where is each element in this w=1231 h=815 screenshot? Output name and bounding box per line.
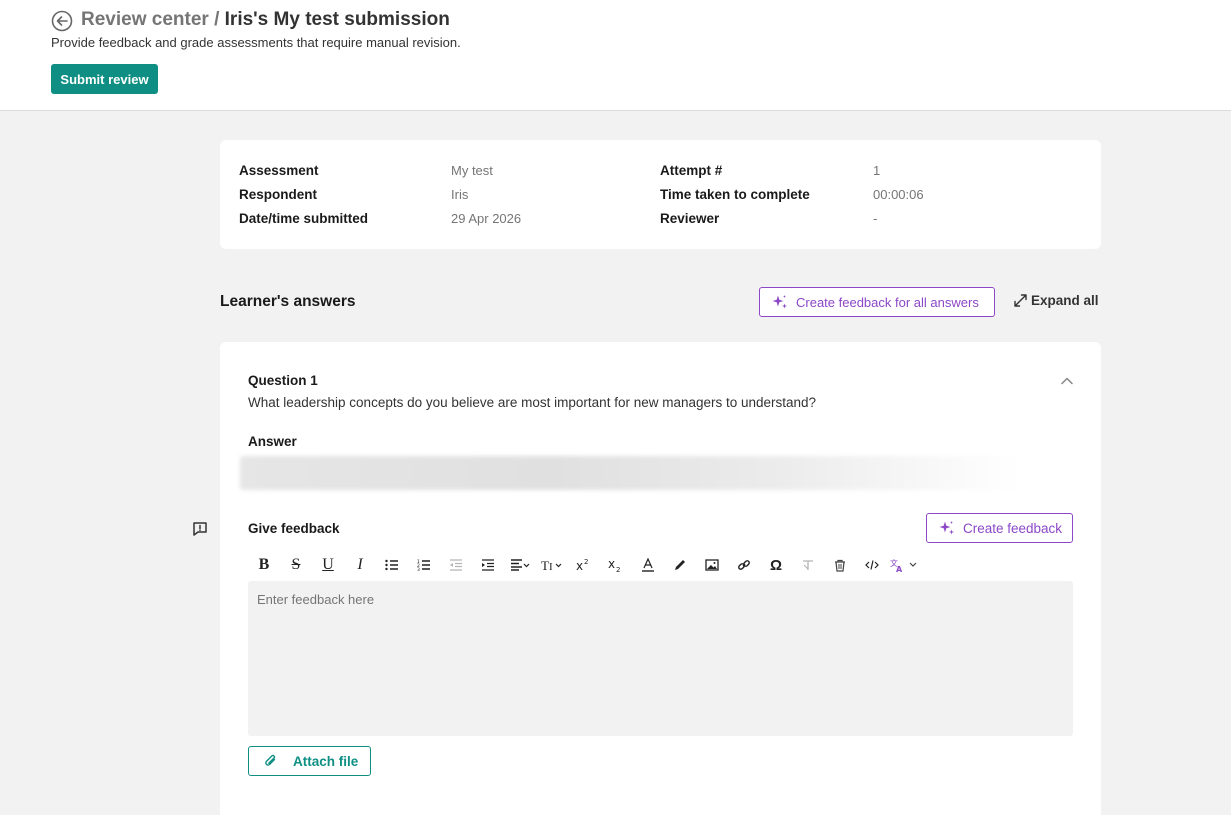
reviewer-label: Reviewer xyxy=(660,211,720,226)
back-arrow-icon[interactable] xyxy=(51,10,73,32)
answer-label: Answer xyxy=(248,434,297,449)
superscript-icon[interactable]: x2 xyxy=(568,554,600,576)
bulleted-list-icon[interactable] xyxy=(376,554,408,576)
highlight-pen-icon[interactable] xyxy=(664,554,696,576)
learners-answers-heading: Learner's answers xyxy=(220,293,356,310)
respondent-label: Respondent xyxy=(239,187,318,202)
time-taken-label: Time taken to complete xyxy=(660,187,810,202)
assessment-value: My test xyxy=(451,163,493,178)
assessment-label: Assessment xyxy=(239,163,319,178)
page-title: Review center / Iris's My test submissio… xyxy=(81,9,450,31)
sparkle-icon xyxy=(772,295,787,309)
create-feedback-label: Create feedback xyxy=(963,520,1063,536)
link-icon[interactable] xyxy=(728,554,760,576)
create-feedback-all-label: Create feedback for all answers xyxy=(796,294,979,310)
font-size-icon[interactable]: TI xyxy=(536,554,568,576)
attempt-label: Attempt # xyxy=(660,163,723,178)
expand-all-button[interactable]: Expand all xyxy=(1013,293,1099,308)
indent-icon[interactable] xyxy=(472,554,504,576)
respondent-value: Iris xyxy=(451,187,469,202)
attach-file-button[interactable]: Attach file xyxy=(248,746,371,776)
create-feedback-button[interactable]: Create feedback xyxy=(926,513,1073,543)
attempt-value: 1 xyxy=(873,163,881,178)
svg-text:A: A xyxy=(896,565,903,572)
submit-review-button[interactable]: Submit review xyxy=(51,64,158,94)
outdent-icon[interactable] xyxy=(440,554,472,576)
sparkle-icon xyxy=(939,521,954,535)
svg-text:x: x xyxy=(576,559,583,572)
svg-text:2: 2 xyxy=(616,566,620,572)
time-taken-value: 00:00:06 xyxy=(873,187,924,202)
ai-translate-icon[interactable]: 文A xyxy=(888,554,922,576)
page-header: Review center / Iris's My test submissio… xyxy=(0,0,1231,111)
give-feedback-label: Give feedback xyxy=(248,521,340,536)
font-color-icon[interactable] xyxy=(632,554,664,576)
feedback-comment-icon xyxy=(193,522,207,536)
clear-format-icon[interactable] xyxy=(792,554,824,576)
strikethrough-icon[interactable]: S xyxy=(280,554,312,576)
question-text: What leadership concepts do you believe … xyxy=(248,395,817,410)
expand-all-label: Expand all xyxy=(1031,293,1099,308)
breadcrumb-separator: / xyxy=(208,9,225,30)
trash-icon[interactable] xyxy=(824,554,856,576)
chevron-up-icon[interactable] xyxy=(1059,373,1075,389)
breadcrumb-current: Iris's My test submission xyxy=(224,9,450,30)
special-character-icon[interactable]: Ω xyxy=(760,554,792,576)
submission-info-card: Assessment My test Respondent Iris Date/… xyxy=(220,140,1101,249)
page-subtitle: Provide feedback and grade assessments t… xyxy=(51,35,461,50)
italic-icon[interactable]: I xyxy=(344,554,376,576)
svg-text:3: 3 xyxy=(417,567,420,571)
underline-icon[interactable]: U xyxy=(312,554,344,576)
svg-text:2: 2 xyxy=(584,558,588,566)
numbered-list-icon[interactable]: 123 xyxy=(408,554,440,576)
svg-text:T: T xyxy=(541,558,549,572)
date-submitted-label: Date/time submitted xyxy=(239,211,369,226)
reviewer-value: - xyxy=(873,211,878,226)
subscript-icon[interactable]: x2 xyxy=(600,554,632,576)
svg-text:x: x xyxy=(608,558,615,571)
align-dropdown-icon[interactable] xyxy=(504,554,536,576)
question-title: Question 1 xyxy=(248,373,318,388)
date-submitted-value: 29 Apr 2026 xyxy=(451,211,522,226)
editor-toolbar: B S U I 123 TI x2 x2 Ω 文 A xyxy=(248,554,922,576)
bold-icon[interactable]: B xyxy=(248,554,280,576)
answer-text-redacted xyxy=(240,456,1020,490)
svg-text:I: I xyxy=(549,561,553,572)
question-card: Question 1 What leadership concepts do y… xyxy=(220,342,1101,815)
code-view-icon[interactable] xyxy=(856,554,888,576)
breadcrumb-review-center[interactable]: Review center xyxy=(81,9,209,30)
feedback-editor[interactable] xyxy=(248,581,1073,736)
attach-file-label: Attach file xyxy=(293,753,359,769)
expand-icon xyxy=(1014,294,1027,307)
image-icon[interactable] xyxy=(696,554,728,576)
create-feedback-all-button[interactable]: Create feedback for all answers xyxy=(759,287,995,317)
paperclip-icon xyxy=(265,754,276,766)
